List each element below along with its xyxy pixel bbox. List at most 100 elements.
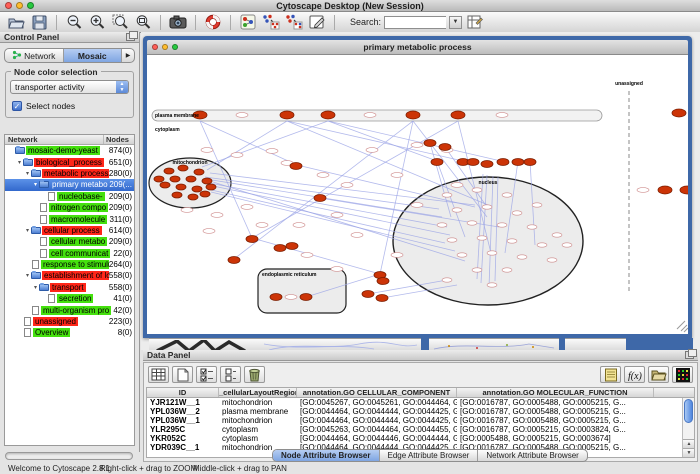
- zoom-fit-icon[interactable]: [110, 13, 130, 31]
- network-node[interactable]: [431, 159, 443, 166]
- tree-row-macromolecule[interactable]: macromolecule311(0): [5, 213, 134, 224]
- network-node[interactable]: [377, 278, 389, 285]
- disclosure-triangle-icon[interactable]: ▾: [16, 159, 23, 166]
- network-node[interactable]: [376, 295, 388, 302]
- network-node[interactable]: [300, 294, 312, 301]
- help-icon[interactable]: [203, 13, 223, 31]
- tree-row-establishment-of-lo[interactable]: ▾establishment of lo558(0): [5, 270, 134, 281]
- scroll-up-button[interactable]: ▲: [683, 439, 695, 448]
- network-node[interactable]: [194, 169, 204, 175]
- zoom-region-icon[interactable]: [133, 13, 153, 31]
- background-window-fragment[interactable]: [565, 338, 626, 350]
- network-node[interactable]: [524, 159, 536, 166]
- network-node[interactable]: [202, 178, 212, 184]
- tab-network-attribute-browser[interactable]: Network Attribute Browser: [478, 450, 586, 461]
- select-attrs-icon[interactable]: [196, 366, 217, 383]
- network-node[interactable]: [439, 144, 451, 151]
- network-node[interactable]: [206, 184, 216, 190]
- tree-row-cellular-metabo[interactable]: cellular metabo209(0): [5, 236, 134, 247]
- network-node[interactable]: [481, 161, 493, 168]
- tab-network[interactable]: Network: [5, 49, 64, 62]
- network-node[interactable]: [658, 186, 672, 194]
- network-edge[interactable]: [200, 121, 297, 165]
- column-header-cellular-component[interactable]: annotation.GO CELLULAR_COMPONENT: [297, 388, 457, 397]
- column-header-id[interactable]: ID: [147, 388, 219, 397]
- network-edge[interactable]: [212, 180, 442, 217]
- network-node[interactable]: [200, 191, 210, 197]
- tree-row-overview[interactable]: Overview8(0): [5, 327, 134, 338]
- network-canvas[interactable]: plasma membranecytoplasmmitochondrionnuc…: [147, 55, 688, 334]
- network-node[interactable]: [290, 163, 302, 170]
- select-nodes-checkbox[interactable]: ✓: [12, 101, 22, 111]
- network-node[interactable]: [680, 186, 688, 194]
- attr-batch-icon[interactable]: [465, 13, 485, 31]
- network-node[interactable]: [160, 182, 170, 188]
- network-node[interactable]: [406, 111, 420, 119]
- tab-overflow-arrow[interactable]: ▶: [122, 52, 134, 59]
- tree-row-primary-metabo[interactable]: ▾primary metabo209(...: [5, 179, 134, 190]
- new-doc-icon[interactable]: [172, 366, 193, 383]
- network-node[interactable]: [280, 111, 294, 119]
- network-edge[interactable]: [287, 121, 463, 161]
- tab-node-attribute-browser[interactable]: Node Attribute Browser: [273, 450, 380, 461]
- network-node[interactable]: [512, 159, 524, 166]
- network-node[interactable]: [188, 194, 198, 200]
- network-node[interactable]: [176, 184, 186, 190]
- network-node[interactable]: [424, 140, 436, 147]
- network-node[interactable]: [451, 111, 465, 119]
- column-header-region[interactable]: _cellularLayoutRegion: [219, 388, 297, 397]
- network-node[interactable]: [321, 111, 335, 119]
- float-panel-icon[interactable]: [126, 33, 135, 41]
- network-edge[interactable]: [328, 121, 501, 161]
- snapshot-icon[interactable]: [168, 13, 188, 31]
- matrix-icon[interactable]: [672, 366, 693, 383]
- network-node[interactable]: [497, 159, 509, 166]
- open-icon[interactable]: [6, 13, 26, 31]
- tree-row-metabolic-process[interactable]: ▾metabolic process280(0): [5, 168, 134, 179]
- network-node[interactable]: [164, 168, 174, 174]
- network-window-titlebar[interactable]: primary metabolic process: [147, 40, 688, 55]
- tree-row-cellular-process[interactable]: ▾cellular process614(0): [5, 225, 134, 236]
- disclosure-triangle-icon[interactable]: ▾: [24, 227, 31, 234]
- network-node[interactable]: [270, 294, 282, 301]
- background-window-fragment[interactable]: [429, 338, 559, 350]
- app-titlebar[interactable]: Cytoscape Desktop (New Session): [0, 0, 700, 12]
- tree-row-secretion[interactable]: secretion41(0): [5, 293, 134, 304]
- network-node[interactable]: [186, 176, 196, 182]
- tree-row-biological-process[interactable]: ▾biological_process651(0): [5, 156, 134, 167]
- network-node[interactable]: [362, 291, 374, 298]
- disclosure-triangle-icon[interactable]: ▾: [24, 272, 31, 279]
- network-node[interactable]: [286, 243, 298, 250]
- tree-col-nodes[interactable]: Nodes: [104, 135, 134, 144]
- function-icon[interactable]: f(x): [624, 366, 645, 383]
- node-color-dropdown[interactable]: transporter activity ▲▼: [10, 80, 129, 94]
- tree-row-multi-organism-pro[interactable]: multi-organism pro42(0): [5, 304, 134, 315]
- network-node[interactable]: [154, 176, 164, 182]
- tree-row-cell-communicat[interactable]: cell communicat22(0): [5, 248, 134, 259]
- table-scrollbar[interactable]: ▲ ▼: [682, 398, 694, 457]
- tab-mosaic[interactable]: Mosaic: [64, 49, 123, 62]
- tree-row-response-to-stimulu[interactable]: response to stimulu264(0): [5, 259, 134, 270]
- scroll-down-button[interactable]: ▼: [683, 448, 695, 457]
- disclosure-triangle-icon[interactable]: ▾: [32, 181, 39, 188]
- background-window-fragment[interactable]: [149, 338, 421, 350]
- zoom-out-icon[interactable]: [64, 13, 84, 31]
- table-row-ypl036w__2[interactable]: YPL036W__2plasma membrane[GO:0044464, GO…: [147, 407, 694, 416]
- network-node[interactable]: [274, 245, 286, 252]
- import-icon[interactable]: [648, 366, 669, 383]
- tree-row-transport[interactable]: ▾transport558(0): [5, 282, 134, 293]
- tree-row-nitrogen-compo[interactable]: nitrogen compo209(0): [5, 202, 134, 213]
- table-row-ykr052c[interactable]: YKR052Ccytoplasm[GO:0044464, GO:0044446,…: [147, 434, 694, 443]
- resize-grip-icon[interactable]: [677, 321, 688, 332]
- network-node[interactable]: [192, 186, 202, 192]
- zoom-in-icon[interactable]: [87, 13, 107, 31]
- network-node[interactable]: [672, 109, 686, 117]
- scrollbar-thumb[interactable]: [684, 399, 693, 423]
- column-header-molecular-function[interactable]: annotation.GO MOLECULAR_FUNCTION: [457, 388, 654, 397]
- network-node[interactable]: [170, 176, 180, 182]
- save-icon[interactable]: [29, 13, 49, 31]
- search-options-dropdown[interactable]: ▼: [449, 16, 462, 29]
- disclosure-triangle-icon[interactable]: ▾: [32, 284, 39, 291]
- trash-icon[interactable]: [244, 366, 265, 383]
- tree-row-unassigned[interactable]: unassigned223(0): [5, 316, 134, 327]
